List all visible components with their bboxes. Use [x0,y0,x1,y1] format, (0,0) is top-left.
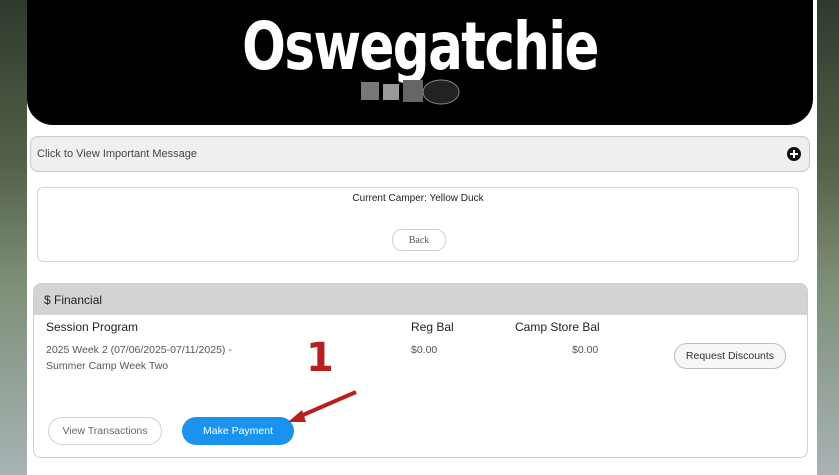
request-discounts-button[interactable]: Request Discounts [674,343,786,369]
column-header-camp-store-bal: Camp Store Bal [515,320,600,334]
financial-header: $ Financial [34,284,807,315]
session-program-line1: 2025 Week 2 (07/06/2025-07/11/2025) - [46,344,232,356]
session-program-line2: Summer Camp Week Two [46,360,169,372]
column-header-reg-bal: Reg Bal [411,320,454,334]
camp-store-bal-value: $0.00 [572,344,599,356]
plus-circle-icon[interactable] [787,147,801,161]
view-transactions-button[interactable]: View Transactions [48,417,162,445]
annotation-step-number: 1 [306,335,334,381]
important-message-toggle[interactable]: Click to View Important Message [30,136,810,172]
header-banner: Oswegatchie [27,0,813,125]
page-container: Oswegatchie Click to View Important Mess… [27,0,817,475]
banner-canoe-art-icon [361,79,460,105]
important-message-label: Click to View Important Message [37,148,197,160]
current-camper-panel: Current Camper: Yellow Duck Back [37,187,799,262]
financial-panel: $ Financial Session Program Reg Bal Camp… [33,283,808,458]
back-button[interactable]: Back [392,229,446,251]
make-payment-button[interactable]: Make Payment [182,417,294,445]
background-photo-left [0,0,30,475]
reg-bal-value: $0.00 [411,344,438,356]
current-camper-label: Current Camper: Yellow Duck [352,193,484,204]
background-photo-right [817,0,839,475]
annotation-arrow-icon [288,390,357,422]
column-header-session-program: Session Program [46,320,139,334]
